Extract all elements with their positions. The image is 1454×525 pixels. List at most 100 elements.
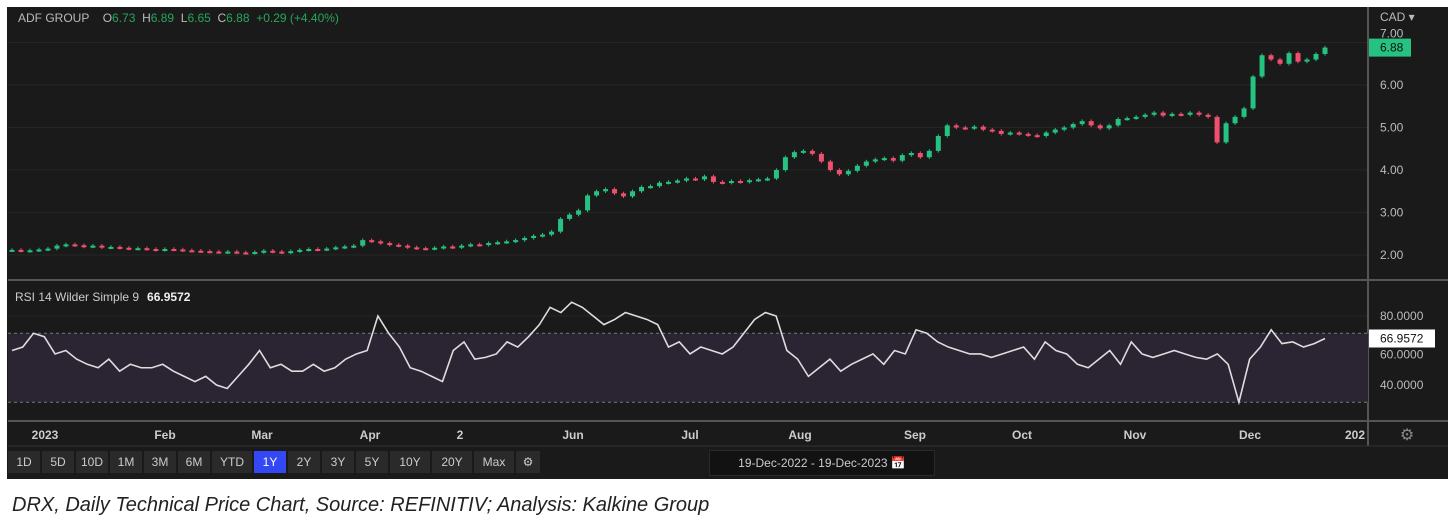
candle-body bbox=[1052, 129, 1058, 133]
candle-body bbox=[369, 240, 375, 243]
candle-body bbox=[935, 136, 941, 151]
candle-body bbox=[18, 249, 24, 252]
candle-body bbox=[306, 249, 312, 252]
candle-body bbox=[72, 244, 78, 247]
candle-body bbox=[728, 181, 734, 184]
range-button-10y[interactable]: 10Y bbox=[390, 451, 430, 473]
range-button-3y[interactable]: 3Y bbox=[322, 451, 354, 473]
candle-body bbox=[90, 245, 96, 248]
candle-body bbox=[342, 246, 348, 249]
candle-body bbox=[387, 243, 393, 246]
candle-body bbox=[872, 159, 878, 162]
candle-body bbox=[800, 150, 806, 153]
candle-body bbox=[225, 251, 231, 254]
time-tick: Mar bbox=[251, 428, 273, 442]
candle-body bbox=[279, 251, 285, 254]
range-button-ytd[interactable]: YTD bbox=[212, 451, 252, 473]
ohlc-header: ADF GROUP O6.73 H6.89 L6.65 C6.88 +0.29 … bbox=[18, 11, 339, 25]
date-range-text: 19-Dec-2022 - 19-Dec-2023 bbox=[738, 456, 888, 470]
rsi-legend: RSI 14 Wilder Simple 9 66.9572 bbox=[15, 290, 190, 304]
candle-body bbox=[737, 181, 743, 184]
candle-body bbox=[189, 250, 195, 253]
range-settings-icon[interactable]: ⚙ bbox=[516, 451, 540, 473]
open-label: O bbox=[102, 11, 113, 25]
range-button-max[interactable]: Max bbox=[474, 451, 514, 473]
time-tick: 2023 bbox=[32, 428, 59, 442]
candle-body bbox=[594, 191, 600, 196]
range-button-10d[interactable]: 10D bbox=[76, 451, 108, 473]
candle-body bbox=[1187, 112, 1193, 115]
range-button-1y[interactable]: 1Y bbox=[254, 451, 286, 473]
candle-body bbox=[1232, 116, 1238, 124]
figure-caption: DRX, Daily Technical Price Chart, Source… bbox=[12, 494, 710, 516]
date-range-picker[interactable]: 19-Dec-2022 - 19-Dec-2023 📅 bbox=[709, 450, 935, 476]
candle-body bbox=[135, 248, 141, 251]
currency-dropdown[interactable]: CAD ▾ bbox=[1380, 10, 1415, 24]
candle-body bbox=[1106, 125, 1112, 129]
candle-body bbox=[1268, 55, 1274, 60]
rsi-value: 66.9572 bbox=[147, 290, 191, 304]
candle-body bbox=[36, 249, 42, 252]
rsi-band bbox=[8, 333, 1368, 403]
range-button-3m[interactable]: 3M bbox=[144, 451, 176, 473]
candle-body bbox=[531, 235, 537, 238]
price-chart[interactable]: 6.88 66.9572 7.00 6.00 5.00 4.00 3.00 2.00 80.00… bbox=[0, 0, 1454, 480]
time-tick: Nov bbox=[1124, 428, 1147, 442]
low-value: 6.65 bbox=[187, 11, 211, 25]
candle-body bbox=[666, 181, 671, 184]
price-tick: 6.00 bbox=[1380, 78, 1404, 92]
range-button-5d[interactable]: 5D bbox=[42, 451, 74, 473]
candle-body bbox=[27, 250, 33, 253]
candle-body bbox=[549, 231, 555, 235]
range-buttons: 1D 5D 10D 1M 3M 6M YTD 1Y 2Y 3Y 5Y 10Y 20Y Max ⚙ bbox=[8, 451, 540, 473]
candle-body bbox=[243, 252, 249, 255]
candle-body bbox=[836, 170, 842, 175]
candle-body bbox=[396, 244, 402, 247]
candle-body bbox=[639, 187, 645, 192]
time-tick: Jul bbox=[681, 428, 698, 442]
range-button-6m[interactable]: 6M bbox=[178, 451, 210, 473]
candle-body bbox=[692, 178, 698, 181]
candle-body bbox=[674, 180, 680, 183]
candle-body bbox=[1142, 114, 1148, 117]
candle-body bbox=[1097, 125, 1103, 129]
candle-body bbox=[603, 189, 609, 192]
range-button-1d[interactable]: 1D bbox=[8, 451, 40, 473]
candle-body bbox=[495, 242, 501, 245]
candle-body bbox=[701, 176, 707, 180]
candle-body bbox=[1205, 114, 1211, 117]
candle-body bbox=[1115, 119, 1121, 126]
range-button-20y[interactable]: 20Y bbox=[432, 451, 472, 473]
calendar-icon: 📅 bbox=[890, 456, 906, 470]
candle-body bbox=[621, 193, 627, 197]
candle-body bbox=[1016, 132, 1022, 135]
chart-settings-icon[interactable]: ⚙ bbox=[1400, 427, 1414, 444]
candle-body bbox=[908, 153, 914, 156]
candle-body bbox=[863, 161, 869, 166]
time-tick: Apr bbox=[360, 428, 381, 442]
candle-body bbox=[576, 210, 582, 215]
candle-body bbox=[980, 126, 986, 130]
range-button-1m[interactable]: 1M bbox=[110, 451, 142, 473]
range-button-2y[interactable]: 2Y bbox=[288, 451, 320, 473]
candle-body bbox=[1259, 55, 1265, 77]
candle-body bbox=[216, 251, 222, 254]
candle-body bbox=[126, 247, 132, 250]
last-price-label: 6.88 bbox=[1380, 41, 1404, 55]
candle-body bbox=[117, 246, 123, 249]
candle-body bbox=[683, 178, 689, 181]
high-label: H bbox=[142, 11, 151, 25]
candle-body bbox=[818, 153, 824, 162]
candle-body bbox=[1241, 108, 1247, 117]
candle-body bbox=[1043, 132, 1049, 136]
close-label: C bbox=[217, 11, 227, 25]
range-button-5y[interactable]: 5Y bbox=[356, 451, 388, 473]
candle-body bbox=[827, 161, 833, 170]
candle-body bbox=[288, 251, 294, 254]
candle-body bbox=[45, 248, 51, 251]
candle-body bbox=[567, 214, 573, 219]
candle-body bbox=[971, 126, 977, 129]
candle-body bbox=[63, 244, 69, 247]
candle-body bbox=[351, 245, 357, 248]
candle-body bbox=[198, 250, 204, 253]
